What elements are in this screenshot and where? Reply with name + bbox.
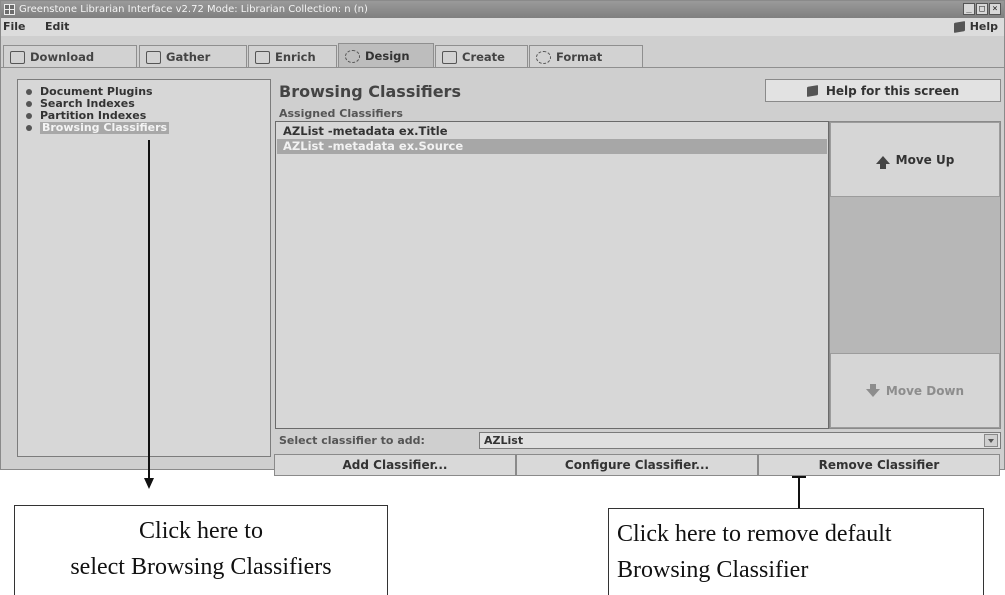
move-down-button[interactable]: Move Down — [830, 353, 1000, 428]
arrow-up-icon — [875, 155, 890, 169]
tab-download-label: Download — [30, 49, 95, 64]
list-item[interactable]: AZList -metadata ex.Title — [277, 124, 827, 139]
bullet-icon — [26, 125, 32, 131]
tab-format[interactable]: Format — [529, 45, 643, 68]
tab-divider — [1, 67, 1004, 68]
pointer-tick-right — [792, 476, 806, 478]
callout-left-line1: Click here to — [139, 518, 263, 544]
help-book-icon — [806, 84, 818, 97]
title-bar: Greenstone Librarian Interface v2.72 Mod… — [1, 1, 1004, 18]
help-menu[interactable]: Help — [953, 18, 998, 36]
tab-gather[interactable]: Gather — [139, 45, 247, 68]
sidebar-item-browsing-classifiers[interactable]: Browsing Classifiers — [26, 121, 170, 134]
help-button-label: Help for this screen — [825, 83, 960, 98]
create-icon — [442, 50, 457, 64]
remove-classifier-button[interactable]: Remove Classifier — [758, 454, 1000, 476]
callout-remove-classifier: Click here to remove default Browsing Cl… — [608, 508, 984, 595]
format-icon — [536, 50, 551, 64]
maximize-button[interactable]: □ — [976, 3, 988, 15]
tab-design-label: Design — [365, 48, 410, 63]
select-classifier-label: Select classifier to add: — [279, 434, 425, 447]
callout-select-classifiers: Click here to select Browsing Classifier… — [14, 505, 388, 595]
tab-enrich[interactable]: Enrich — [248, 45, 337, 68]
edit-menu[interactable]: Edit — [45, 18, 69, 36]
tab-format-label: Format — [556, 49, 603, 64]
callout-right-line1: Click here to remove default — [617, 521, 892, 547]
close-button[interactable]: × — [989, 3, 1001, 15]
pointer-arrowhead-left — [144, 478, 154, 489]
assigned-classifiers-list[interactable]: AZList -metadata ex.Title AZList -metada… — [275, 121, 829, 429]
menu-bar: File Edit Help — [1, 18, 1004, 36]
bullet-icon — [26, 89, 32, 95]
move-up-label: Move Up — [895, 152, 955, 167]
main-tabs: Download Gather Enrich Design Create For… — [1, 41, 1004, 68]
window-title: Greenstone Librarian Interface v2.72 Mod… — [19, 4, 368, 15]
design-icon — [345, 49, 360, 63]
tab-create-label: Create — [462, 49, 505, 64]
file-menu[interactable]: File — [3, 18, 26, 36]
add-classifier-button[interactable]: Add Classifier... — [274, 454, 516, 476]
download-icon — [10, 50, 25, 64]
configure-classifier-button[interactable]: Configure Classifier... — [516, 454, 758, 476]
pointer-line-left — [148, 140, 150, 480]
greenstone-window: Greenstone Librarian Interface v2.72 Mod… — [0, 0, 1005, 470]
chevron-down-icon[interactable] — [984, 434, 998, 447]
move-up-button[interactable]: Move Up — [830, 122, 1000, 197]
design-sidebar: Document Plugins Search Indexes Partitio… — [17, 79, 271, 457]
assigned-classifiers-label: Assigned Classifiers — [279, 107, 403, 120]
help-menu-label: Help — [969, 20, 998, 33]
move-down-label: Move Down — [885, 383, 965, 398]
enrich-icon — [255, 50, 270, 64]
move-buttons-panel: Move Up Move Down — [829, 121, 1001, 429]
minimize-button[interactable]: _ — [963, 3, 975, 15]
callout-right-line2: Browsing Classifier — [617, 557, 809, 583]
pointer-line-right — [798, 476, 800, 508]
help-for-screen-button[interactable]: Help for this screen — [765, 79, 1001, 102]
classifier-select-value: AZList — [484, 434, 524, 447]
page-title: Browsing Classifiers — [279, 82, 461, 101]
list-item[interactable]: AZList -metadata ex.Source — [277, 139, 827, 154]
tab-download[interactable]: Download — [3, 45, 137, 68]
classifier-select[interactable]: AZList — [479, 432, 1001, 449]
arrow-down-icon — [865, 384, 880, 397]
callout-left-line2: select Browsing Classifiers — [70, 554, 332, 580]
gather-icon — [146, 50, 161, 64]
help-book-icon — [953, 21, 965, 33]
app-icon — [4, 4, 15, 15]
bullet-icon — [26, 113, 32, 119]
tab-enrich-label: Enrich — [275, 49, 316, 64]
tab-gather-label: Gather — [166, 49, 211, 64]
bullet-icon — [26, 101, 32, 107]
tab-design[interactable]: Design — [338, 43, 434, 68]
sidebar-item-label: Browsing Classifiers — [40, 121, 170, 134]
window-controls: _ □ × — [963, 3, 1001, 15]
tab-create[interactable]: Create — [435, 45, 528, 68]
